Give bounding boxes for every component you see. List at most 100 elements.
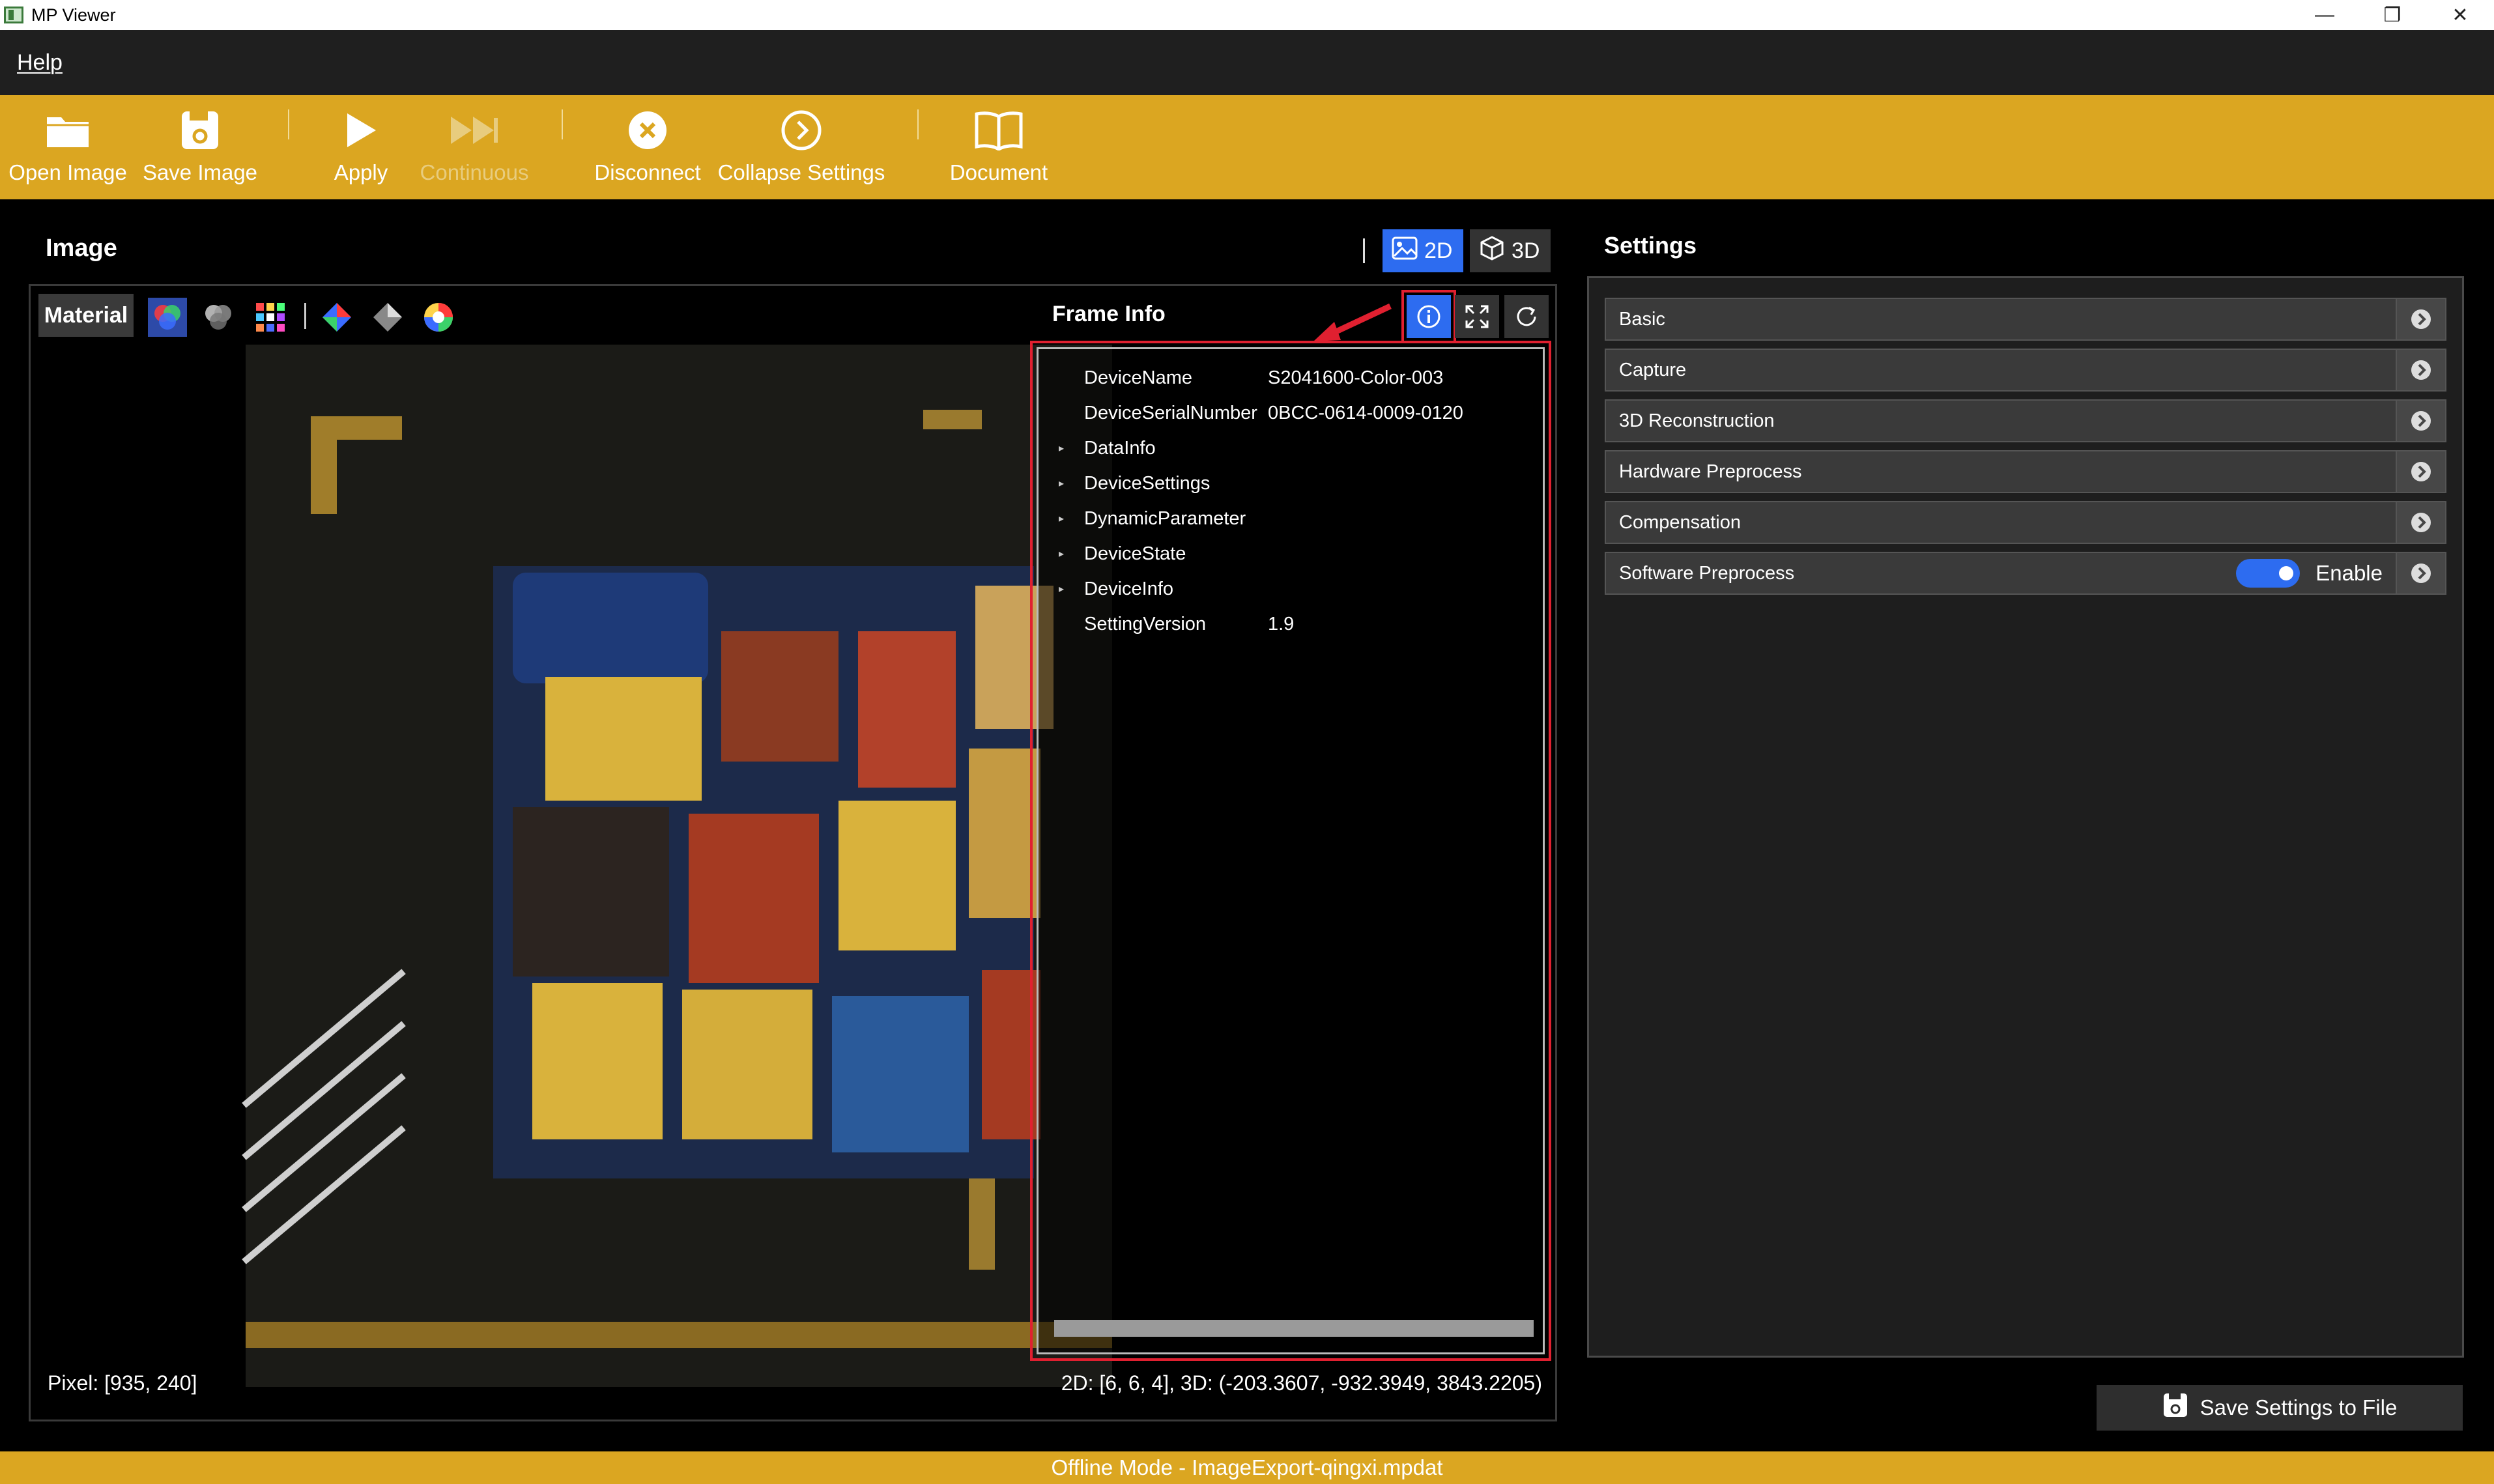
color-grid-icon[interactable] [251,298,290,337]
frame-info-row-expandable[interactable]: ▸ DynamicParameter [1039,502,1268,535]
frame-info-row-expandable[interactable]: ▸ DeviceState [1039,537,1268,571]
camera-image[interactable] [242,345,1112,1387]
book-icon [971,104,1026,156]
toolbar-separator [562,109,563,139]
save-settings-button[interactable]: Save Settings to File [2097,1385,2463,1431]
restore-button[interactable]: ❐ [2358,0,2426,30]
frame-info-value: 0BCC-0614-0009-0120 [1268,402,1463,423]
save-icon [173,104,227,156]
yellow-box [682,990,812,1139]
mode-3d-label: 3D [1512,238,1540,263]
info-icon [1417,305,1440,328]
menu-bar: Help [0,30,2494,95]
open-image-button[interactable]: Open Image [4,95,132,199]
frame-info-row-expandable[interactable]: ▸ DataInfo [1039,431,1268,465]
continuous-button[interactable]: Continuous [417,95,532,199]
save-settings-label: Save Settings to File [2200,1395,2398,1420]
floor-tape [246,1322,1112,1348]
toggle-label: Enable [2315,561,2383,585]
expand-arrow-icon[interactable]: ▸ [1039,582,1084,595]
settings-item-capture[interactable]: Capture [1605,349,2446,392]
continuous-label: Continuous [420,160,529,184]
save-icon [2162,1392,2188,1423]
menu-help[interactable]: Help [17,50,63,76]
settings-item-compensation[interactable]: Compensation [1605,501,2446,544]
chevron-right-circle-icon[interactable] [2396,451,2445,492]
apply-label: Apply [334,160,388,184]
disconnect-icon [620,104,675,156]
expand-arrow-icon[interactable]: ▸ [1039,547,1084,560]
chevron-right-circle-icon[interactable] [2396,401,2445,441]
settings-item-label: Capture [1619,359,1687,380]
frame-info-value: 1.9 [1268,613,1295,635]
frame-info-row: DeviceName S2041600-Color-003 [1039,361,1443,395]
title-bar: MP Viewer — ❐ ✕ [0,0,2494,30]
apply-button[interactable]: Apply [322,95,400,199]
coordinate-readout: 2D: [6, 6, 4], 3D: (-203.3607, -932.3949… [1061,1371,1542,1395]
toolbar-separator [288,109,289,139]
expand-arrow-icon[interactable]: ▸ [1039,477,1084,490]
frame-info-key: DeviceInfo [1084,578,1174,599]
open-image-label: Open Image [8,160,127,184]
pixel-readout: Pixel: [935, 240] [48,1371,197,1395]
frame-info-key: DeviceSerialNumber [1084,402,1257,423]
blue-box [832,996,969,1152]
frame-info-key: DeviceState [1084,543,1186,564]
color-depth-icon[interactable] [317,298,356,337]
settings-item-software-preprocess[interactable]: Software Preprocess Enable [1605,552,2446,595]
collapse-settings-button[interactable]: Collapse Settings [717,95,886,199]
settings-item-label: Software Preprocess [1619,562,1795,584]
floor-marker [923,410,982,429]
chevron-right-circle-icon [774,104,829,156]
expand-arrow-icon[interactable]: ▸ [1039,442,1084,455]
fullscreen-button[interactable] [1455,295,1499,338]
frame-info-key: DynamicParameter [1084,507,1246,529]
frame-info-tree: DeviceName S2041600-Color-003 DeviceSeria… [1037,347,1545,1354]
grayscale-channels-icon[interactable] [199,298,238,337]
reset-view-button[interactable] [1504,295,1549,338]
close-button[interactable]: ✕ [2426,0,2494,30]
color-wheel-icon[interactable] [419,298,458,337]
frame-info-button[interactable] [1401,290,1456,343]
settings-item-hardware-preprocess[interactable]: Hardware Preprocess [1605,450,2446,493]
chevron-right-circle-icon[interactable] [2396,350,2445,390]
mode-2d-button[interactable]: 2D [1383,229,1463,272]
mode-separator [1363,238,1365,263]
save-image-button[interactable]: Save Image [138,95,262,199]
color-channels-icon[interactable] [148,298,187,337]
document-button[interactable]: Document [943,95,1054,199]
frame-info-row: DeviceSerialNumber 0BCC-0614-0009-0120 [1039,396,1463,430]
mode-2d-label: 2D [1424,238,1453,263]
settings-item-3d-reconstruction[interactable]: 3D Reconstruction [1605,399,2446,442]
chevron-right-circle-icon[interactable] [2396,502,2445,543]
chevron-right-circle-icon[interactable] [2396,299,2445,339]
window-title: MP Viewer [31,5,116,25]
material-button[interactable]: Material [38,294,134,337]
image-icon [1392,236,1418,266]
yellow-box [838,801,956,950]
frame-info-key: DeviceSettings [1084,472,1211,494]
chevron-right-circle-icon[interactable] [2396,553,2445,593]
bottle-tray [513,573,708,683]
folder-icon [40,104,95,156]
app-icon [4,7,23,23]
gray-depth-icon[interactable] [368,298,407,337]
horizontal-scrollbar[interactable] [1054,1320,1534,1337]
settings-item-label: Hardware Preprocess [1619,461,1802,482]
expand-arrow-icon[interactable]: ▸ [1039,512,1084,525]
disconnect-button[interactable]: Disconnect [588,95,708,199]
dark-box [513,807,669,977]
mode-3d-button[interactable]: 3D [1470,229,1551,272]
settings-item-label: Basic [1619,308,1665,330]
software-preprocess-toggle[interactable] [2236,559,2300,588]
viewer-toolbar-separator [304,303,306,329]
settings-item-basic[interactable]: Basic [1605,298,2446,341]
pallet [493,566,1054,1178]
minimize-button[interactable]: — [2291,0,2358,30]
frame-info-key: SettingVersion [1084,613,1207,635]
frame-info-row-expandable[interactable]: ▸ DeviceInfo [1039,572,1268,606]
frame-info-row-expandable[interactable]: ▸ DeviceSettings [1039,466,1268,500]
frame-info-value: S2041600-Color-003 [1268,367,1444,388]
image-panel-title: Image [46,235,117,262]
image-viewer[interactable]: Material Frame Info DeviceName S2041600-C… [29,284,1557,1421]
